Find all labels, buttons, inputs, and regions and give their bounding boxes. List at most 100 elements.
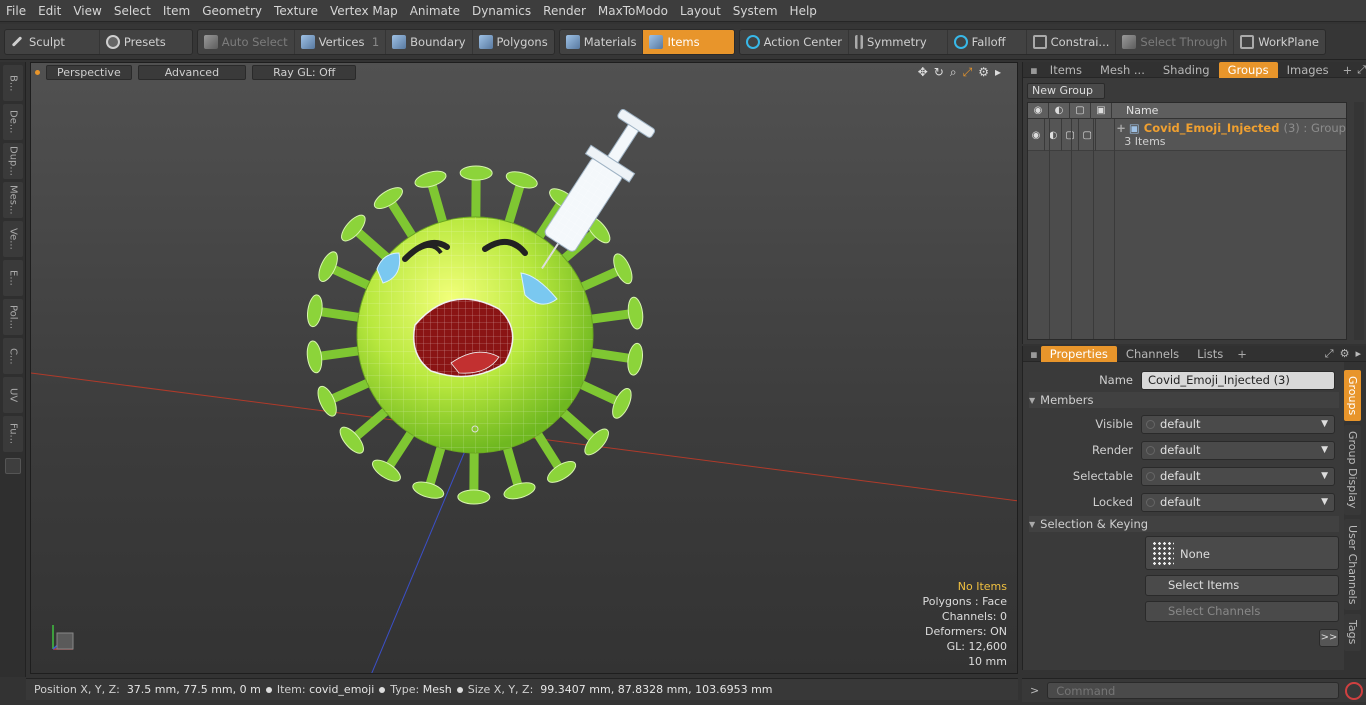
menu-geometry[interactable]: Geometry [196, 0, 268, 22]
panel-menu-dot[interactable]: ▪ [1027, 62, 1041, 78]
select-items-button[interactable]: Select Items [1145, 575, 1339, 596]
menu-file[interactable]: File [0, 0, 32, 22]
sculpt-button[interactable]: Sculpt [5, 29, 100, 54]
menu-system[interactable]: System [727, 0, 784, 22]
symmetry-button[interactable]: Symmetry [849, 29, 948, 54]
left-tab-fusion[interactable]: Fu... [3, 416, 23, 452]
row-eye-icon[interactable]: ◉ [1028, 119, 1046, 151]
locked-dropdown[interactable]: default ▼ [1141, 492, 1335, 512]
panel-menu-dot[interactable]: ▪ [1027, 346, 1041, 362]
visible-toggle-icon[interactable] [1146, 419, 1155, 429]
menu-maxtomodo[interactable]: MaxToModo [592, 0, 674, 22]
groups-scrollbar[interactable] [1354, 102, 1364, 340]
expand-plus-icon[interactable]: + [1116, 121, 1126, 135]
polygons-button[interactable]: Polygons [473, 30, 554, 54]
advanced-button[interactable]: Advanced [137, 64, 247, 80]
left-strip-toggle[interactable] [5, 458, 21, 474]
more-button[interactable]: >> [1319, 629, 1339, 647]
render-dropdown[interactable]: default ▼ [1141, 440, 1335, 460]
render-icon[interactable]: ◐ [1049, 102, 1070, 119]
side-tab-groups[interactable]: Groups [1344, 370, 1361, 422]
perspective-button[interactable]: Perspective [46, 64, 132, 80]
tab-mesh[interactable]: Mesh ... [1091, 62, 1154, 78]
tab-lists[interactable]: Lists [1188, 346, 1232, 362]
maximize-icon[interactable]: ⤢ [963, 65, 973, 80]
group-row[interactable]: ◉ ◐ ▢ ▢ +▣ Covid_Emoji_Injected (3) : Gr… [1028, 119, 1346, 151]
expand-icon[interactable]: ⤢ [1357, 63, 1366, 77]
menu-edit[interactable]: Edit [32, 0, 67, 22]
menu-select[interactable]: Select [108, 0, 157, 22]
arrow-right-icon[interactable]: ▸ [995, 65, 1001, 80]
visible-dropdown[interactable]: default ▼ [1141, 414, 1335, 434]
selectable-dropdown[interactable]: default ▼ [1141, 466, 1335, 486]
lock-icon[interactable]: ▣ [1091, 102, 1112, 119]
tab-groups[interactable]: Groups [1218, 61, 1278, 78]
tab-images[interactable]: Images [1278, 62, 1338, 78]
menu-view[interactable]: View [67, 0, 107, 22]
locked-toggle-icon[interactable] [1146, 497, 1155, 507]
command-input[interactable] [1047, 682, 1340, 699]
selectable-toggle-icon[interactable] [1146, 471, 1155, 481]
items-button[interactable]: Items [643, 29, 734, 54]
menu-item[interactable]: Item [157, 0, 196, 22]
tab-channels[interactable]: Channels [1117, 346, 1188, 362]
gear-icon[interactable]: ⚙ [1340, 347, 1350, 361]
rotate-icon[interactable]: ↻ [934, 65, 944, 80]
workplane-button[interactable]: WorkPlane [1234, 30, 1325, 54]
left-tab-uv[interactable]: UV [3, 377, 23, 413]
left-tab-vertex[interactable]: Ve... [3, 221, 23, 257]
menu-render[interactable]: Render [537, 0, 592, 22]
pan-icon[interactable]: ✥ [918, 65, 928, 80]
row-render-icon[interactable]: ◐ [1045, 119, 1063, 151]
command-history-arrow[interactable]: > [1022, 684, 1047, 697]
zoom-icon[interactable]: ⌕ [950, 65, 957, 80]
menu-texture[interactable]: Texture [268, 0, 324, 22]
left-tab-duplicate[interactable]: Dup... [3, 143, 23, 179]
materials-button[interactable]: Materials [560, 29, 644, 54]
auto-select-button[interactable]: Auto Select [198, 29, 295, 54]
left-tab-mesh[interactable]: Mes... [3, 182, 23, 218]
name-field[interactable]: Covid_Emoji_Injected (3) [1141, 370, 1335, 390]
record-icon[interactable] [1345, 681, 1364, 700]
selection-keying-section[interactable]: ▼ Selection & Keying [1029, 516, 1339, 532]
menu-dynamics[interactable]: Dynamics [466, 0, 537, 22]
tab-items[interactable]: Items [1041, 62, 1091, 78]
menu-vertex-map[interactable]: Vertex Map [324, 0, 404, 22]
side-tab-tags[interactable]: Tags [1344, 614, 1361, 651]
select-channels-button[interactable]: Select Channels [1145, 601, 1339, 622]
select-through-button[interactable]: Select Through [1116, 29, 1235, 54]
left-tab-edge[interactable]: E... [3, 260, 23, 296]
visibility-eye-icon[interactable]: ◉ [1028, 102, 1049, 119]
tab-shading[interactable]: Shading [1154, 62, 1219, 78]
menu-animate[interactable]: Animate [404, 0, 466, 22]
vertices-button[interactable]: Vertices 1 [295, 29, 387, 54]
boundary-button[interactable]: Boundary [386, 29, 473, 54]
viewport-options-dot[interactable] [35, 69, 40, 75]
presets-button[interactable]: Presets [100, 30, 192, 54]
members-section[interactable]: ▼ Members [1029, 392, 1339, 408]
menu-help[interactable]: Help [784, 0, 823, 22]
left-tab-curve[interactable]: C... [3, 338, 23, 374]
expand-icon[interactable]: ⤢ [1325, 347, 1334, 361]
left-tab-polygon[interactable]: Pol... [3, 299, 23, 335]
render-toggle-icon[interactable] [1146, 445, 1155, 455]
action-center-button[interactable]: Action Center [740, 29, 849, 54]
tab-properties[interactable]: Properties [1040, 345, 1117, 362]
chevron-down-icon: ▼ [1321, 418, 1328, 429]
menu-layout[interactable]: Layout [674, 0, 727, 22]
add-tab-button[interactable]: + [1232, 346, 1252, 362]
3d-viewport[interactable]: Perspective Advanced Ray GL: Off ✥ ↻ ⌕ ⤢… [30, 62, 1018, 674]
add-tab-button[interactable]: + [1338, 62, 1358, 78]
arrow-right-icon[interactable]: ▸ [1355, 347, 1361, 361]
select-lock-icon[interactable]: ▢ [1070, 102, 1091, 119]
keying-none-button[interactable]: None [1145, 536, 1339, 570]
raygl-button[interactable]: Ray GL: Off [252, 64, 357, 80]
left-tab-basic[interactable]: B... [3, 65, 23, 101]
side-tab-user-channels[interactable]: User Channels [1344, 518, 1361, 611]
gear-icon[interactable]: ⚙ [978, 65, 989, 80]
constraints-button[interactable]: Constrai... [1027, 29, 1117, 54]
side-tab-group-display[interactable]: Group Display [1344, 425, 1361, 515]
falloff-button[interactable]: Falloff [948, 29, 1027, 54]
left-tab-deform[interactable]: De... [3, 104, 23, 140]
new-group-button[interactable]: New Group [1027, 83, 1105, 99]
